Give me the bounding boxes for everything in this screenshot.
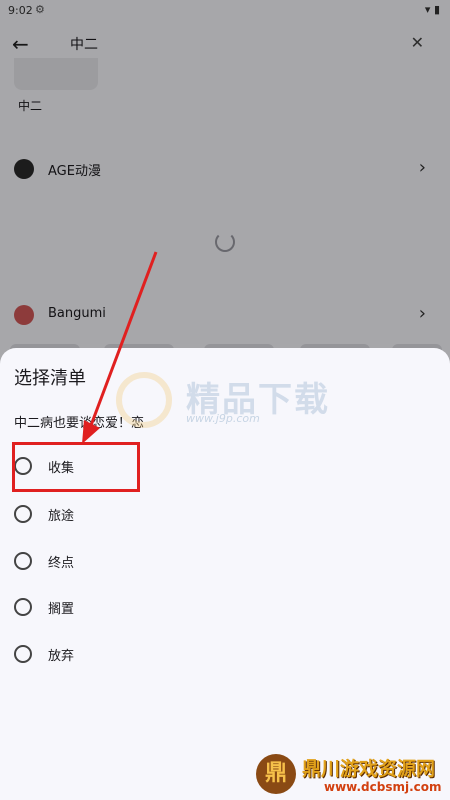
annotation-arrow-icon xyxy=(82,251,158,444)
brand-url: www.dcbsmj.com xyxy=(324,780,442,794)
brand-emblem: 鼎 xyxy=(256,754,296,794)
brand-watermark: 鼎 鼎川游戏资源网 www.dcbsmj.com xyxy=(250,752,450,800)
brand-name: 鼎川游戏资源网 xyxy=(302,758,436,780)
